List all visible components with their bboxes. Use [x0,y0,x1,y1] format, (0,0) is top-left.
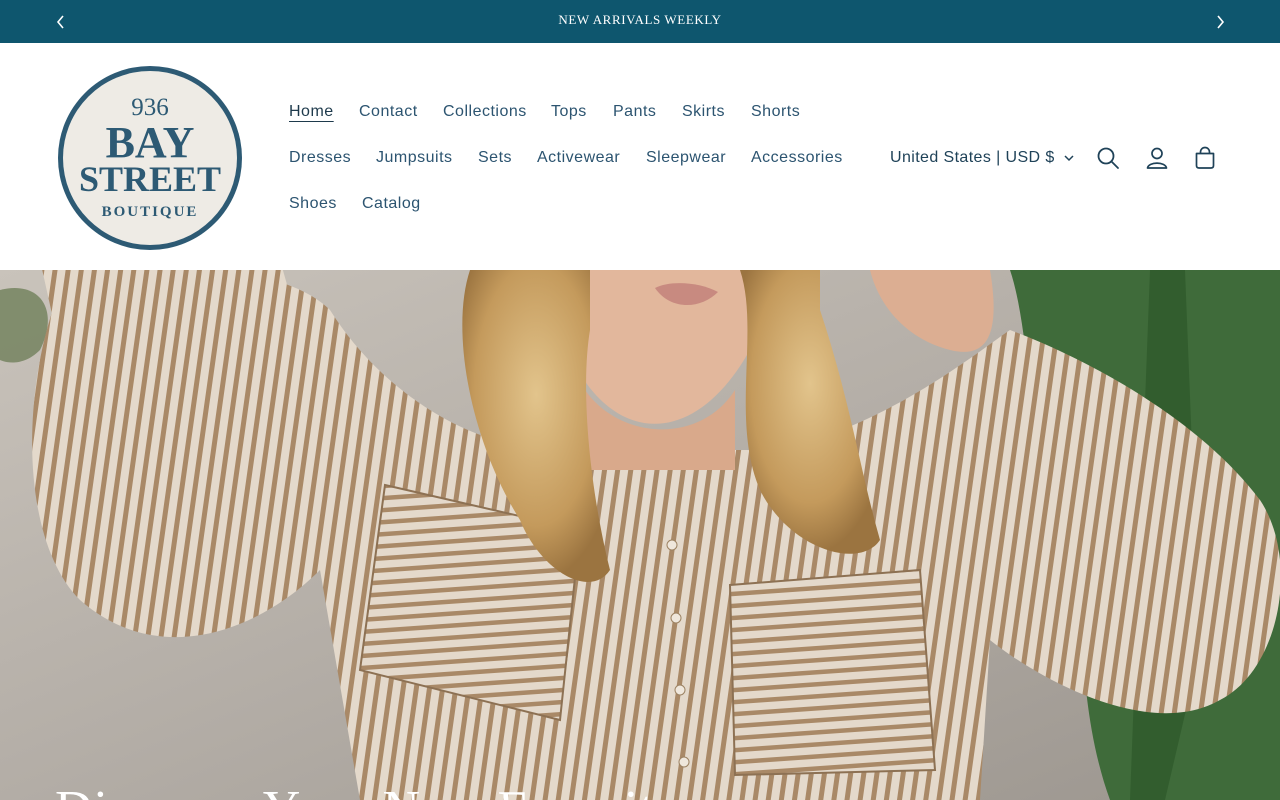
search-icon[interactable] [1095,145,1121,171]
nav-dresses[interactable]: Dresses [289,149,351,167]
account-icon[interactable] [1144,145,1170,171]
nav-accessories[interactable]: Accessories [751,149,843,167]
nav-catalog[interactable]: Catalog [362,195,421,213]
nav-shorts[interactable]: Shorts [751,103,800,121]
nav-shoes[interactable]: Shoes [289,195,337,213]
country-currency-selector[interactable]: United States | USD $ [890,149,1075,167]
nav-pants[interactable]: Pants [613,103,656,121]
country-currency-label: United States | USD $ [890,149,1055,166]
nav-collections[interactable]: Collections [443,103,527,121]
announcement-text: NEW ARRIVALS WEEKLY [558,12,722,27]
hero-heading: Discover Your New Favorites [55,780,700,800]
chevron-down-icon [1064,155,1074,161]
hero-banner: Discover Your New Favorites [0,270,1280,800]
cart-icon[interactable] [1192,145,1218,171]
nav-tops[interactable]: Tops [551,103,587,121]
nav-activewear[interactable]: Activewear [537,149,620,167]
nav-contact[interactable]: Contact [359,103,418,121]
nav-home[interactable]: Home [289,103,334,121]
site-header: 936 BAY STREET BOUTIQUE Home Contact Col… [0,43,1280,271]
nav-jumpsuits[interactable]: Jumpsuits [376,149,453,167]
nav-skirts[interactable]: Skirts [682,103,725,121]
logo-line-936: 936 [131,94,169,121]
logo-line-street: STREET [79,159,221,199]
hero-image[interactable] [0,270,1280,800]
nav-sleepwear[interactable]: Sleepwear [646,149,726,167]
nav-sets[interactable]: Sets [478,149,512,167]
logo-line-boutique: BOUTIQUE [102,204,199,220]
announcement-bar: NEW ARRIVALS WEEKLY [0,0,1280,43]
chevron-right-icon[interactable] [1210,12,1230,32]
store-logo[interactable]: 936 BAY STREET BOUTIQUE [55,63,245,253]
